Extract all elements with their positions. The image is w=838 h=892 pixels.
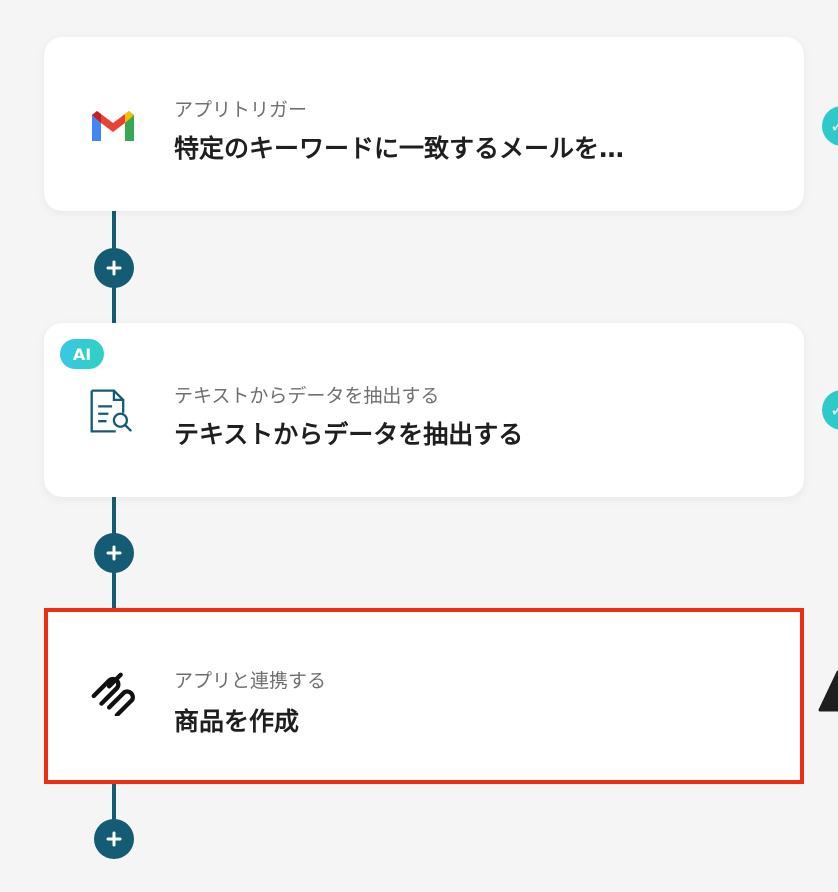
step-title: 商品を作成 bbox=[174, 707, 300, 736]
add-step-button[interactable] bbox=[94, 819, 134, 859]
flow-step-card[interactable]: アプリトリガー 特定のキーワードに一致するメールを… bbox=[44, 37, 804, 211]
add-step-button[interactable] bbox=[94, 533, 134, 573]
plus-icon bbox=[106, 831, 122, 847]
check-icon: ✓ bbox=[822, 106, 838, 146]
step-subtitle: アプリと連携する bbox=[174, 670, 327, 692]
check-icon: ✓ bbox=[822, 390, 838, 430]
step-subtitle: テキストからデータを抽出する bbox=[174, 385, 440, 407]
step-title: 特定のキーワードに一致するメールを… bbox=[174, 134, 625, 163]
text-extract-icon bbox=[88, 389, 138, 433]
plus-icon bbox=[106, 545, 122, 561]
squarespace-icon bbox=[88, 672, 138, 716]
warning-icon bbox=[818, 670, 838, 712]
ai-badge: AI bbox=[60, 339, 104, 369]
flow-step-card-selected[interactable]: アプリと連携する 商品を作成 bbox=[44, 608, 804, 784]
flow-step-card[interactable]: テキストからデータを抽出する テキストからデータを抽出する bbox=[44, 323, 804, 497]
step-title: テキストからデータを抽出する bbox=[174, 420, 524, 449]
plus-icon bbox=[106, 260, 122, 276]
add-step-button[interactable] bbox=[94, 248, 134, 288]
gmail-icon bbox=[88, 105, 138, 145]
step-subtitle: アプリトリガー bbox=[174, 99, 308, 121]
